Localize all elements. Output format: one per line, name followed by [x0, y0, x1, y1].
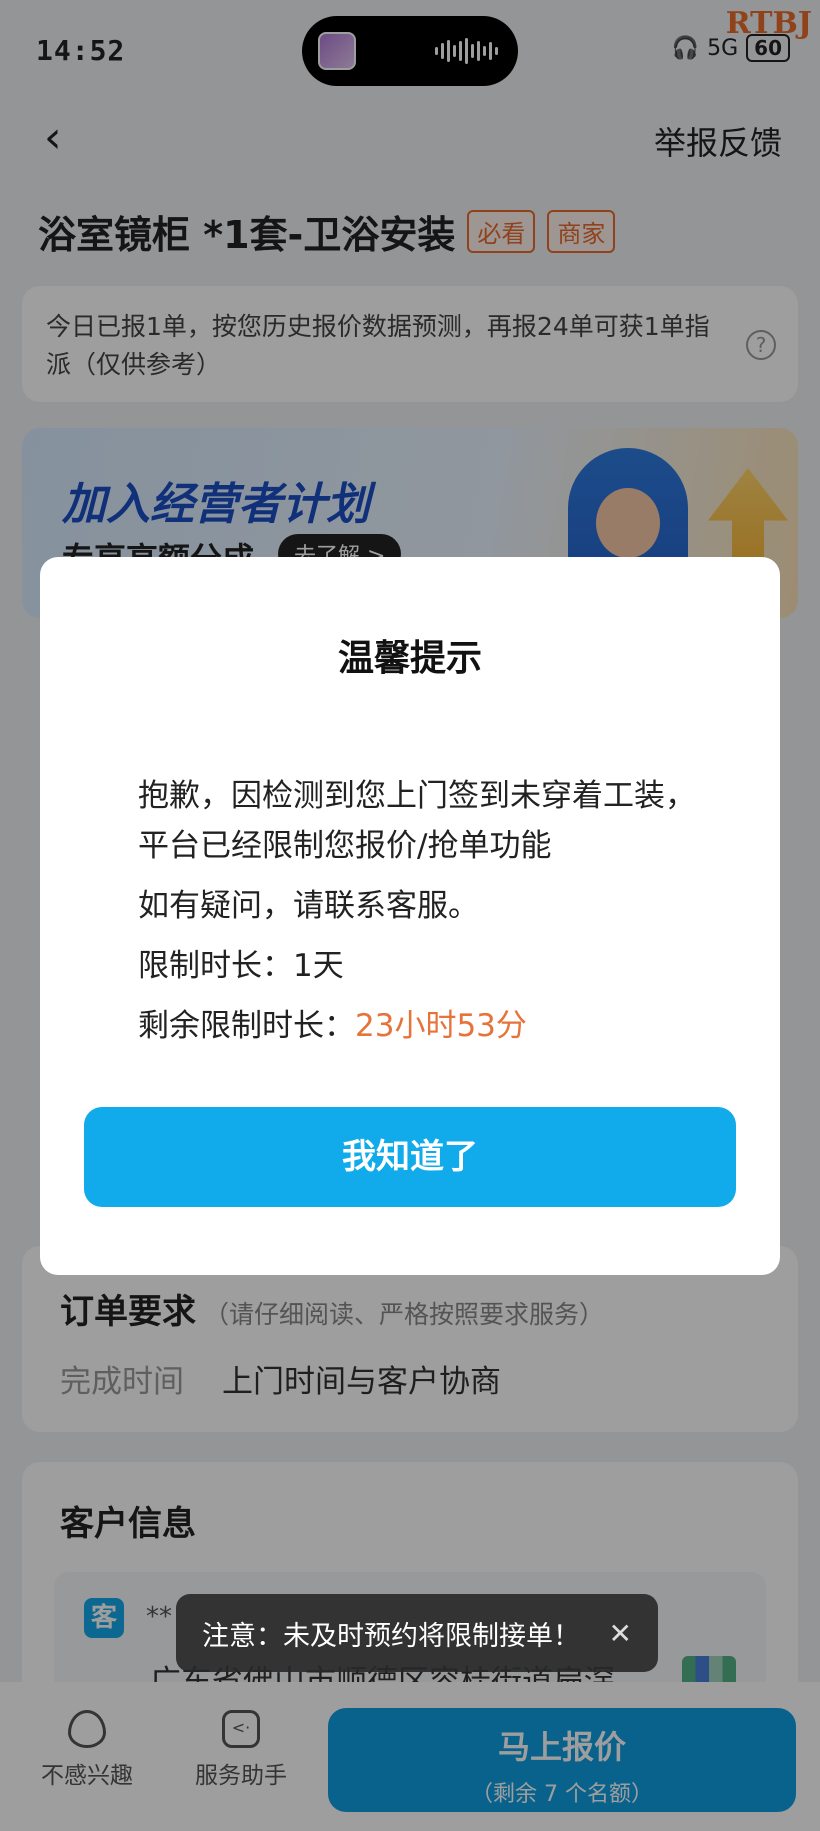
- dialog-message: 抱歉，因检测到您上门签到未穿着工装，平台已经限制您报价/抢单功能: [138, 778, 696, 864]
- remaining-duration: 剩余限制时长：23小时53分: [138, 1001, 698, 1051]
- dialog-title: 温馨提示: [337, 638, 482, 679]
- dialog-body: 抱歉，因检测到您上门签到未穿着工装，平台已经限制您报价/抢单功能 如有疑问，请联…: [138, 771, 698, 1051]
- warning-toast: 注意：未及时预约将限制接单！ ✕: [176, 1594, 658, 1672]
- dialog-contact: 如有疑问，请联系客服。: [138, 888, 479, 924]
- duration-value: 1天: [293, 948, 344, 984]
- duration-label: 限制时长：: [138, 948, 293, 984]
- close-icon[interactable]: ✕: [609, 1617, 632, 1650]
- warning-dialog: 温馨提示 抱歉，因检测到您上门签到未穿着工装，平台已经限制您报价/抢单功能 如有…: [40, 557, 780, 1275]
- toast-text: 注意：未及时预约将限制接单！: [202, 1620, 580, 1652]
- confirm-button[interactable]: 我知道了: [84, 1107, 736, 1207]
- restriction-duration: 限制时长：1天: [138, 941, 698, 991]
- remaining-label: 剩余限制时长：: [138, 1008, 355, 1044]
- remaining-value: 23小时53分: [355, 1008, 527, 1044]
